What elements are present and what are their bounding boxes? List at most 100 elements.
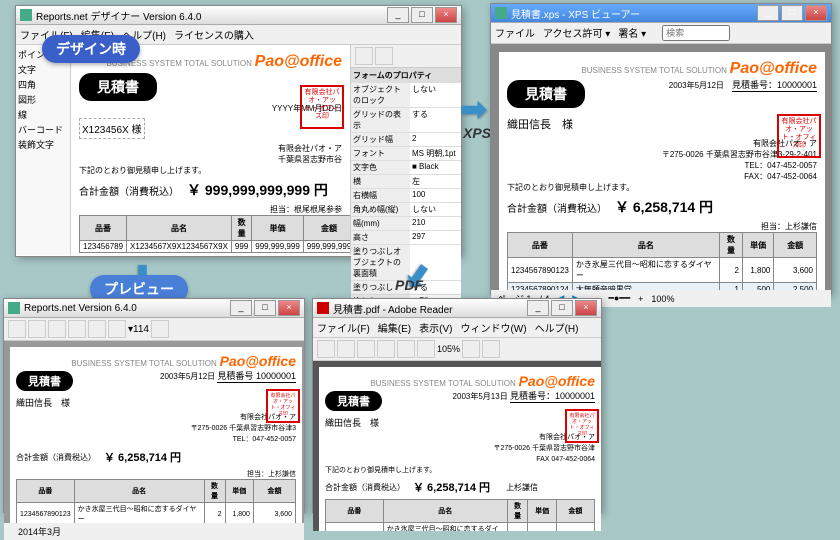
brand-tag: BUSINESS SYSTEM TOTAL SOLUTION bbox=[581, 66, 727, 75]
menu-access[interactable]: アクセス許可 ▾ bbox=[543, 25, 610, 41]
xps-menubar: ファイル アクセス許可 ▾ 署名 ▾ bbox=[491, 23, 831, 44]
status: 2014年3月 bbox=[18, 525, 61, 538]
maximize-button[interactable]: □ bbox=[781, 5, 803, 21]
next-icon[interactable] bbox=[417, 340, 435, 358]
search-input[interactable] bbox=[662, 25, 730, 41]
menu-help[interactable]: ヘルプ(H) bbox=[535, 320, 579, 335]
minimize-button[interactable]: _ bbox=[230, 300, 252, 316]
next-icon[interactable] bbox=[88, 320, 106, 338]
zoom-in-icon[interactable]: + bbox=[638, 294, 643, 304]
menu-window[interactable]: ウィンドウ(W) bbox=[460, 320, 526, 335]
pdf-label: PDF bbox=[395, 277, 423, 293]
maximize-button[interactable]: □ bbox=[551, 300, 573, 316]
prev-icon[interactable] bbox=[68, 320, 86, 338]
tool-text[interactable]: 文字 bbox=[18, 62, 68, 77]
menu-file[interactable]: ファイル bbox=[495, 25, 535, 41]
first-icon[interactable] bbox=[48, 320, 66, 338]
prop-row[interactable]: 幅(mm)210 bbox=[351, 217, 461, 231]
note: 下記のとおり御見積申し上げます。 bbox=[507, 182, 817, 193]
number: 10000001 bbox=[555, 391, 595, 401]
preview-window: Reports.net Version 6.4.0 _ □ × ▾114 BUS… bbox=[3, 298, 305, 513]
brand-tag: BUSINESS SYSTEM TOTAL SOLUTION bbox=[71, 359, 217, 368]
tool-barcode[interactable]: バーコード bbox=[18, 122, 68, 137]
pdf-page: BUSINESS SYSTEM TOTAL SOLUTION Pao@offic… bbox=[319, 367, 601, 531]
doc-title: 見積書 bbox=[16, 371, 73, 391]
prop-row[interactable]: グリッド幅2 bbox=[351, 133, 461, 147]
tool-rect[interactable]: 四角 bbox=[18, 77, 68, 92]
prop-row[interactable]: グリッドの表示する bbox=[351, 108, 461, 133]
prop-row[interactable]: フォントMS 明朝,1pt bbox=[351, 147, 461, 161]
zoom-slider[interactable]: ━●━━ bbox=[608, 293, 630, 304]
zoom-dropdown[interactable]: ▾114 bbox=[128, 324, 149, 335]
zoom-value: 100% bbox=[651, 294, 674, 304]
app-icon bbox=[8, 302, 20, 314]
maximize-button[interactable]: □ bbox=[254, 300, 276, 316]
doc-title: 見積書 bbox=[507, 80, 585, 108]
fax: FAX 047-452-0064 bbox=[325, 454, 595, 465]
company-addr: 千葉県習志野市谷 bbox=[79, 154, 342, 165]
close-button[interactable]: × bbox=[575, 300, 597, 316]
last-icon[interactable] bbox=[108, 320, 126, 338]
tel: TEL：047-452-0057 bbox=[507, 160, 817, 171]
minimize-button[interactable]: _ bbox=[527, 300, 549, 316]
total-label: 合計金額（消費税込） bbox=[507, 200, 607, 215]
pdf-titlebar[interactable]: 見積書.pdf - Adobe Reader _ □ × bbox=[313, 299, 601, 318]
design-canvas[interactable]: BUSINESS SYSTEM TOTAL SOLUTION Pao@offic… bbox=[71, 45, 350, 255]
brand-tag: BUSINESS SYSTEM TOTAL SOLUTION bbox=[370, 379, 516, 388]
xps-titlebar[interactable]: 見積書.xps - XPS ビューアー _ □ × bbox=[491, 4, 831, 23]
table-row: 1234567890123かき氷屋三代目〜昭和に恋するダイヤー21,8003,6… bbox=[17, 503, 296, 524]
prop-row[interactable]: 文字色■ Black bbox=[351, 161, 461, 175]
preview-titlebar[interactable]: Reports.net Version 6.4.0 _ □ × bbox=[4, 299, 304, 318]
xps-page: BUSINESS SYSTEM TOTAL SOLUTION Pao@offic… bbox=[499, 52, 825, 290]
prev-icon[interactable] bbox=[397, 340, 415, 358]
open-icon[interactable] bbox=[317, 340, 335, 358]
tool-decotext[interactable]: 装飾文字 bbox=[18, 137, 68, 152]
menu-sign[interactable]: 署名 ▾ bbox=[618, 25, 646, 41]
customer: 織田信長 様 bbox=[16, 396, 296, 409]
maximize-button[interactable]: □ bbox=[411, 7, 433, 23]
prop-tool[interactable] bbox=[375, 47, 393, 65]
mail-icon[interactable] bbox=[377, 340, 395, 358]
th: 品名 bbox=[572, 233, 719, 258]
number: 10000001 bbox=[777, 80, 817, 90]
app-icon bbox=[20, 9, 32, 21]
prop-row[interactable]: 横左 bbox=[351, 175, 461, 189]
minimize-button[interactable]: _ bbox=[757, 5, 779, 21]
prop-row[interactable]: オブジェクトのロックしない bbox=[351, 83, 461, 108]
number-label: 見積番号 bbox=[217, 371, 253, 381]
close-button[interactable]: × bbox=[805, 5, 827, 21]
menu-view[interactable]: 表示(V) bbox=[419, 320, 452, 335]
company-name: 有限会社パオ・ア bbox=[79, 143, 342, 154]
minimize-button[interactable]: _ bbox=[387, 7, 409, 23]
manager: 担当：上杉謙信 bbox=[507, 221, 817, 232]
tool-shape[interactable]: 図形 bbox=[18, 92, 68, 107]
sign-icon[interactable] bbox=[482, 340, 500, 358]
print-icon[interactable] bbox=[357, 340, 375, 358]
pdf-icon bbox=[317, 302, 329, 314]
preview-table: 品番品名数量単価金額1234567890123かき氷屋三代目〜昭和に恋するダイヤ… bbox=[16, 479, 296, 523]
prop-row[interactable]: 高さ297 bbox=[351, 231, 461, 245]
close-button[interactable]: × bbox=[278, 300, 300, 316]
designer-titlebar[interactable]: Reports.net デザイナー Version 6.4.0 _ □ × bbox=[16, 6, 461, 25]
pdf-menubar: ファイル(F) 編集(E) 表示(V) ウィンドウ(W) ヘルプ(H) bbox=[313, 318, 601, 338]
doc-title: 見積書 bbox=[325, 391, 382, 411]
prop-row[interactable]: 右横幅100 bbox=[351, 189, 461, 203]
menu-edit[interactable]: 編集(E) bbox=[378, 320, 411, 335]
th-price: 単価 bbox=[252, 216, 304, 241]
tool-icon[interactable] bbox=[462, 340, 480, 358]
save-icon[interactable] bbox=[28, 320, 46, 338]
prop-row[interactable]: 角丸め幅(縦)しない bbox=[351, 203, 461, 217]
menu-file[interactable]: ファイル(F) bbox=[317, 320, 370, 335]
toolbox: ポインタ 文字 四角 図形 線 バーコード 装飾文字 bbox=[16, 45, 71, 255]
tool-line[interactable]: 線 bbox=[18, 107, 68, 122]
prop-tool[interactable] bbox=[355, 47, 373, 65]
zoom-icon[interactable] bbox=[151, 320, 169, 338]
zoom-value[interactable]: 105% bbox=[437, 344, 460, 354]
print-icon[interactable] bbox=[8, 320, 26, 338]
save-icon[interactable] bbox=[337, 340, 355, 358]
manager: 担当：上杉謙信 bbox=[16, 469, 296, 479]
close-button[interactable]: × bbox=[435, 7, 457, 23]
menu-license[interactable]: ライセンスの購入 bbox=[174, 27, 254, 42]
customer-field[interactable]: X123456X 様 bbox=[79, 118, 145, 139]
design-table: 品番品名数量単価金額 123456789X1234567X9X1234567X9… bbox=[79, 215, 350, 253]
